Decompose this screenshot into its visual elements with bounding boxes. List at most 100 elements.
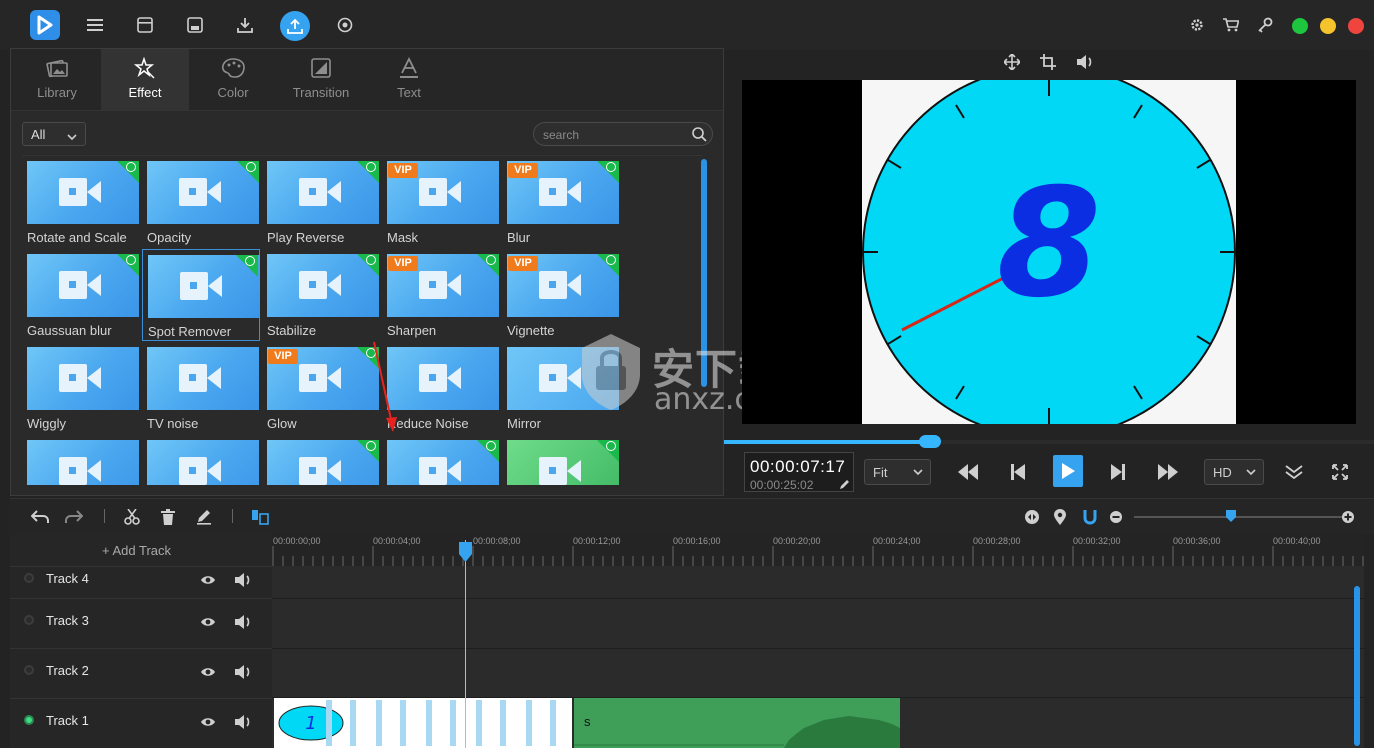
video-camera-icon [299, 178, 341, 206]
zoom-slider-track[interactable] [1134, 516, 1342, 518]
power-icon [606, 162, 616, 172]
ruler-tick-label: 00:00:40;00 [1273, 536, 1321, 546]
play-button[interactable] [1053, 455, 1083, 487]
effect-tile[interactable] [142, 435, 260, 485]
next-frame-button[interactable] [1106, 460, 1130, 484]
volume-icon[interactable] [234, 714, 252, 730]
power-icon [486, 441, 496, 451]
track-active-indicator[interactable] [24, 615, 34, 625]
key-icon[interactable] [1254, 14, 1276, 36]
volume-icon[interactable] [234, 664, 252, 680]
effect-tile[interactable] [502, 435, 620, 485]
track-row[interactable]: Track 1 [10, 698, 272, 748]
quality-select[interactable]: HD [1204, 459, 1264, 485]
playback-progress-handle[interactable] [918, 435, 941, 448]
effect-tile[interactable] [262, 435, 380, 485]
track-active-indicator[interactable] [24, 665, 34, 675]
fit-timeline-icon[interactable] [1022, 508, 1042, 526]
category-filter-select[interactable]: All [22, 122, 86, 146]
maximize-button[interactable] [1292, 18, 1308, 34]
zoom-out-icon[interactable] [1106, 508, 1126, 526]
effect-tile[interactable]: TV noise [142, 342, 260, 434]
tab-transition[interactable]: Transition [277, 49, 365, 111]
search-icon[interactable] [691, 126, 707, 145]
volume-icon[interactable] [1076, 54, 1094, 70]
minimize-button[interactable] [1320, 18, 1336, 34]
volume-icon[interactable] [234, 572, 252, 588]
edit-icon[interactable] [194, 508, 214, 526]
effect-tile[interactable]: Rotate and Scale [22, 156, 140, 248]
effect-tile[interactable] [382, 435, 500, 485]
ruler-tick-label: 00:00:08;00 [473, 536, 521, 546]
scissors-icon[interactable] [122, 508, 142, 526]
effect-label: Vignette [507, 323, 555, 338]
settings-icon[interactable] [1186, 14, 1208, 36]
split-icon[interactable] [250, 508, 270, 526]
effect-tile[interactable]: VIP Sharpen [382, 249, 500, 341]
eye-icon[interactable] [200, 616, 216, 628]
effect-tile[interactable]: Spot Remover [142, 249, 260, 341]
effect-thumbnail [147, 440, 259, 485]
fullscreen-icon[interactable] [1328, 460, 1352, 484]
tab-color[interactable]: Color [189, 49, 277, 111]
effect-tile[interactable]: Opacity [142, 156, 260, 248]
video-camera-icon [419, 178, 461, 206]
undo-icon[interactable] [30, 508, 50, 526]
new-project-icon[interactable] [134, 14, 156, 36]
eye-icon[interactable] [200, 666, 216, 678]
effect-tile[interactable]: Gaussuan blur [22, 249, 140, 341]
effect-tile[interactable]: VIP Mask [382, 156, 500, 248]
magnet-icon[interactable] [1080, 508, 1100, 526]
effect-tile[interactable]: Play Reverse [262, 156, 380, 248]
edit-time-icon[interactable] [839, 478, 851, 490]
track-row[interactable]: Track 2 [10, 648, 272, 698]
video-preview[interactable]: 8 [742, 65, 1356, 439]
track-active-indicator[interactable] [24, 573, 34, 583]
track-row[interactable]: Track 3 [10, 598, 272, 648]
delete-icon[interactable] [158, 508, 178, 526]
timeline-ruler[interactable]: 00:00:00;00 00:00:04;00 00:00:08;00 00:00:1… [272, 534, 1364, 566]
playhead-handle[interactable] [458, 542, 473, 562]
effect-tile[interactable]: Stabilize [262, 249, 380, 341]
record-icon[interactable] [334, 14, 356, 36]
track-active-indicator[interactable] [24, 715, 34, 725]
previous-frame-button[interactable] [1006, 460, 1030, 484]
effect-search-input[interactable]: search [533, 122, 713, 146]
skip-to-end-button[interactable] [1156, 460, 1180, 484]
effect-tile[interactable] [22, 435, 140, 485]
video-clip[interactable]: 1 [274, 698, 572, 748]
fit-value: Fit [873, 465, 888, 480]
timeline-vertical-scrollbar[interactable] [1354, 586, 1360, 746]
timeline-tracks: 1 s [272, 566, 1364, 748]
audio-waveform [574, 716, 900, 748]
redo-icon[interactable] [64, 508, 84, 526]
add-track-button[interactable]: + Add Track [102, 543, 171, 558]
tab-library-label: Library [37, 85, 77, 100]
marker-icon[interactable] [1050, 508, 1070, 526]
eye-icon[interactable] [200, 574, 216, 586]
effect-tile[interactable]: VIP Blur [502, 156, 620, 248]
eye-icon[interactable] [200, 716, 216, 728]
zoom-slider-handle[interactable] [1226, 510, 1236, 522]
zoom-in-icon[interactable] [1338, 508, 1358, 526]
collapse-icon[interactable] [1282, 460, 1306, 484]
save-icon[interactable] [184, 14, 206, 36]
fit-select[interactable]: Fit [864, 459, 931, 485]
cart-icon[interactable] [1220, 14, 1242, 36]
close-button[interactable] [1348, 18, 1364, 34]
tab-effect[interactable]: Effect [101, 49, 189, 111]
volume-icon[interactable] [234, 614, 252, 630]
tab-library[interactable]: Library [13, 49, 101, 111]
effect-tile[interactable]: VIP Vignette [502, 249, 620, 341]
effect-tile[interactable]: Wiggly [22, 342, 140, 434]
menu-icon[interactable] [84, 14, 106, 36]
skip-to-start-button[interactable] [956, 460, 980, 484]
crop-icon[interactable] [1040, 54, 1056, 70]
import-icon[interactable] [234, 14, 256, 36]
effect-tile[interactable]: VIP Glow [262, 342, 380, 434]
audio-clip[interactable]: s [574, 698, 900, 748]
export-icon[interactable] [280, 11, 310, 41]
track-row[interactable]: Track 4 [10, 566, 272, 598]
move-icon[interactable] [1004, 54, 1020, 70]
tab-text[interactable]: Text [365, 49, 453, 111]
